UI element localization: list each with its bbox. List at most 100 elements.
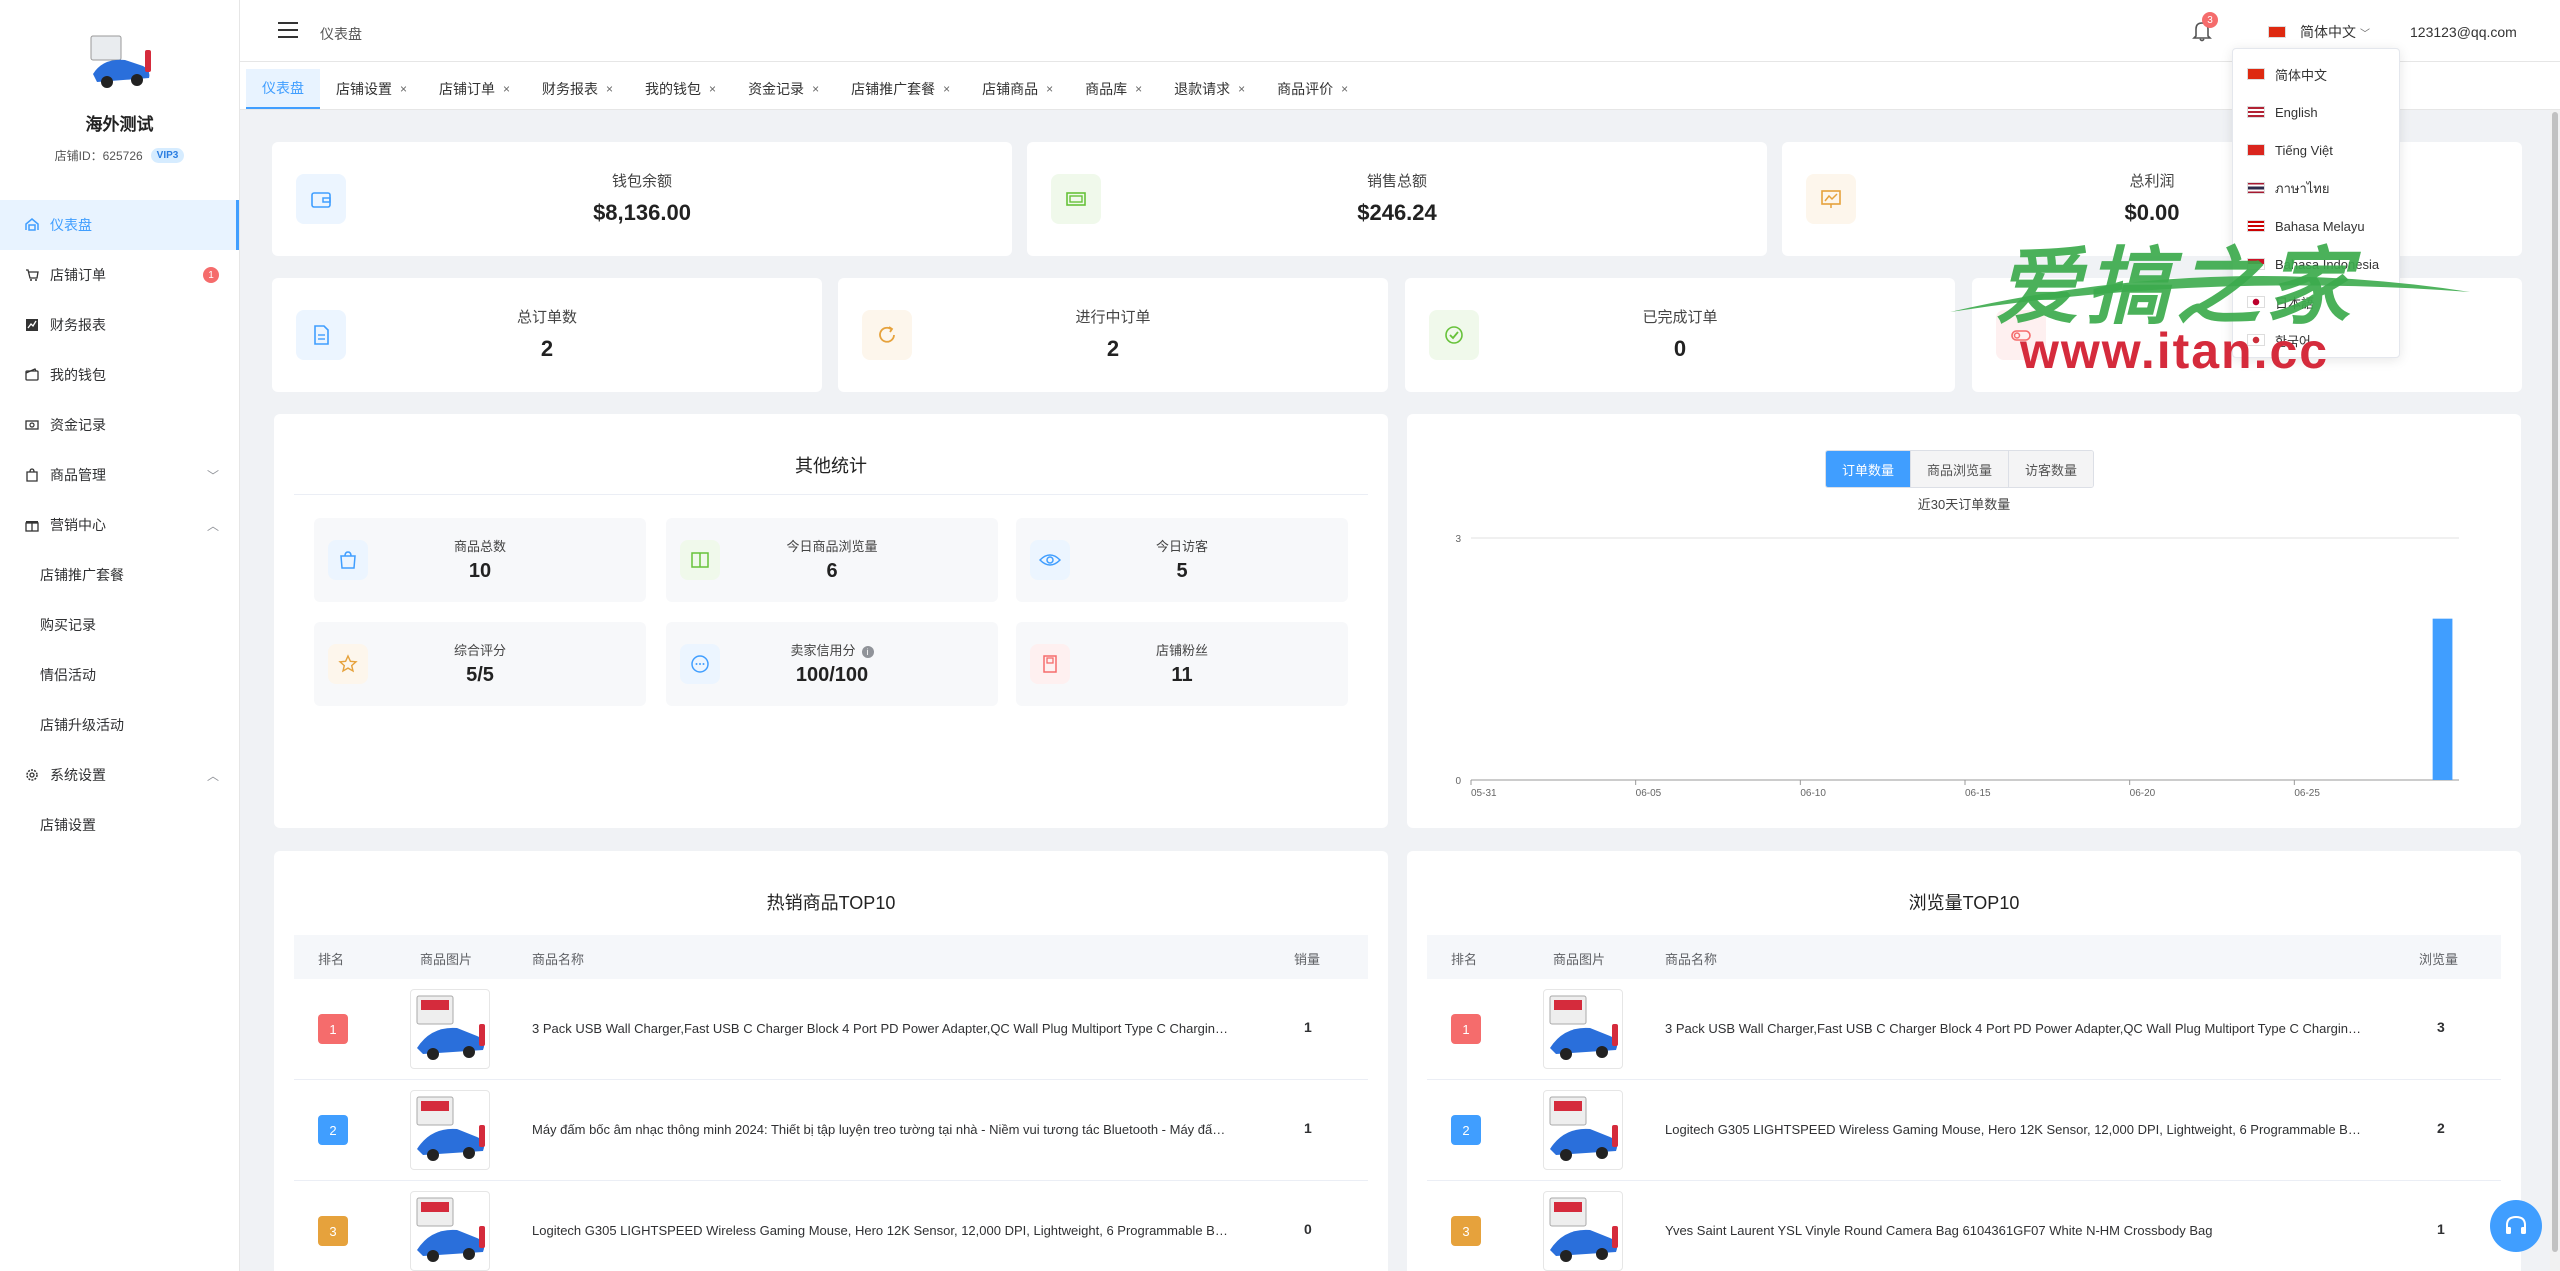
table-row[interactable]: 2 Logitech G305 LIGHTSPEED Wireless Gamin… <box>1427 1080 2501 1181</box>
mini-value: 5 <box>1176 560 1188 582</box>
stat-label: 已完成订单 <box>1642 309 1718 326</box>
stat-label: 总利润 <box>2129 173 2175 190</box>
tab-5[interactable]: 资金记录 × <box>732 69 835 109</box>
order-count-badge: 1 <box>203 267 219 283</box>
rank-badge: 3 <box>1451 1216 1481 1246</box>
mini-stat-today-visitors: 今日访客 5 <box>1016 518 1348 602</box>
sidebar-item-label: 营销中心 <box>50 517 106 533</box>
close-icon[interactable]: × <box>400 82 407 96</box>
sidebar-item-label: 我的钱包 <box>50 367 106 383</box>
product-name[interactable]: Yves Saint Laurent YSL Vinyle Round Came… <box>1665 1223 2365 1238</box>
stat-card-wallet-balance: 钱包余额 $8,136.00 <box>272 142 1012 256</box>
language-option-us[interactable]: English <box>2233 93 2399 131</box>
product-image[interactable] <box>1543 989 1623 1069</box>
close-icon[interactable]: × <box>709 82 716 96</box>
sidebar-item-fund-records[interactable]: 资金记录 <box>0 400 239 450</box>
toggle-order-count[interactable]: 订单数量 <box>1826 451 1912 487</box>
language-selector[interactable]: 简体中文 ﹀ <box>2268 22 2370 42</box>
sidebar-item-shop-upgrade[interactable]: 店铺升级活动 <box>0 700 239 750</box>
customer-support-button[interactable] <box>2490 1200 2542 1252</box>
table-row[interactable]: 3 Logitech G305 LIGHTSPEED Wireless Gamin… <box>294 1181 1368 1271</box>
tab-label: 店铺订单 <box>439 81 496 97</box>
tab-10[interactable]: 商品评价 × <box>1261 69 1364 109</box>
stat-card-total-orders: 总订单数 2 <box>272 278 822 392</box>
product-name[interactable]: 3 Pack USB Wall Charger,Fast USB C Charg… <box>532 1021 1232 1036</box>
close-icon[interactable]: × <box>943 82 950 96</box>
shop-logo <box>85 30 155 96</box>
table-row[interactable]: 2 Máy đấm bốc âm nhạc thông minh 2024: Th… <box>294 1080 1368 1181</box>
sidebar-item-marketing-center[interactable]: 营销中心 ︿ <box>0 500 239 550</box>
language-option-vn[interactable]: Tiếng Việt <box>2233 131 2399 169</box>
tab-8[interactable]: 商品库 × <box>1069 69 1158 109</box>
chevron-up-icon: ︿ <box>206 768 219 783</box>
product-name[interactable]: Logitech G305 LIGHTSPEED Wireless Gaming… <box>532 1223 1232 1238</box>
sidebar-item-shop-settings[interactable]: 店铺设置 <box>0 800 239 850</box>
product-image[interactable] <box>410 989 490 1069</box>
product-name[interactable]: 3 Pack USB Wall Charger,Fast USB C Charg… <box>1665 1021 2365 1036</box>
tab-7[interactable]: 店铺商品 × <box>966 69 1069 109</box>
table-row[interactable]: 3 Yves Saint Laurent YSL Vinyle Round Cam… <box>1427 1181 2501 1271</box>
close-icon[interactable]: × <box>1046 82 1053 96</box>
stat-value: $8,136.00 <box>593 200 691 225</box>
close-icon[interactable]: × <box>1238 82 1245 96</box>
close-icon[interactable]: × <box>1135 82 1142 96</box>
tab-label: 仪表盘 <box>262 80 304 96</box>
close-icon[interactable]: × <box>1341 82 1348 96</box>
row-value: 0 <box>1304 1221 1312 1237</box>
close-icon[interactable]: × <box>812 82 819 96</box>
sidebar-item-shop-orders[interactable]: 店铺订单 1 <box>0 250 239 300</box>
panel-title: 浏览量TOP10 <box>1908 893 2020 913</box>
tab-label: 商品评价 <box>1277 81 1334 97</box>
x-tick-label: 06-10 <box>1800 788 1826 799</box>
scrollbar-thumb[interactable] <box>2552 112 2558 1252</box>
sidebar-item-my-wallet[interactable]: 我的钱包 <box>0 350 239 400</box>
tab-0[interactable]: 仪表盘 <box>246 69 320 109</box>
toggle-product-views[interactable]: 商品浏览量 <box>1911 451 2010 487</box>
divider <box>294 494 1368 495</box>
table-row[interactable]: 1 3 Pack USB Wall Charger,Fast USB C Char… <box>1427 979 2501 1080</box>
notification-badge: 3 <box>2202 12 2218 28</box>
us-flag-icon <box>2247 106 2265 118</box>
sidebar-item-promo-package[interactable]: 店铺推广套餐 <box>0 550 239 600</box>
tab-6[interactable]: 店铺推广套餐 × <box>835 69 966 109</box>
panel-title: 其他统计 <box>795 456 867 476</box>
tab-3[interactable]: 财务报表 × <box>526 69 629 109</box>
product-image[interactable] <box>410 1090 490 1170</box>
rank-badge: 3 <box>318 1216 348 1246</box>
close-icon[interactable]: × <box>503 82 510 96</box>
tab-9[interactable]: 退款请求 × <box>1158 69 1261 109</box>
language-option-th[interactable]: ภาษาไทย <box>2233 169 2399 207</box>
row-value: 3 <box>2437 1019 2445 1035</box>
language-option-label: English <box>2275 104 2318 120</box>
chart-icon <box>24 317 40 333</box>
language-label: 简体中文 <box>2300 24 2356 40</box>
sidebar-item-couple-activity[interactable]: 情侣活动 <box>0 650 239 700</box>
product-image[interactable] <box>410 1191 490 1271</box>
sidebar-item-dashboard[interactable]: 仪表盘 <box>0 200 239 250</box>
th-flag-icon <box>2247 182 2265 194</box>
product-image[interactable] <box>1543 1090 1623 1170</box>
info-icon[interactable]: i <box>861 645 874 658</box>
mini-value: 6 <box>826 560 838 582</box>
sidebar: 海外测试 店铺ID：625726 VIP3 仪表盘 店铺订单 1 财务报表 我的… <box>0 0 240 1271</box>
stat-value: $246.24 <box>1357 200 1437 225</box>
mini-stat-shop-fans: 店铺粉丝 11 <box>1016 622 1348 706</box>
tab-2[interactable]: 店铺订单 × <box>423 69 526 109</box>
menu-toggle-icon[interactable] <box>278 22 298 40</box>
language-option-cn[interactable]: 简体中文 <box>2233 55 2399 93</box>
product-name[interactable]: Máy đấm bốc âm nhạc thông minh 2024: Thi… <box>532 1122 1232 1137</box>
tab-4[interactable]: 我的钱包 × <box>629 69 732 109</box>
product-name[interactable]: Logitech G305 LIGHTSPEED Wireless Gaming… <box>1665 1122 2365 1137</box>
stat-card-completed-orders: 已完成订单 0 <box>1405 278 1955 392</box>
product-image[interactable] <box>1543 1191 1623 1271</box>
toggle-visitor-count[interactable]: 访客数量 <box>2009 451 2094 487</box>
sidebar-item-product-management[interactable]: 商品管理 ﹀ <box>0 450 239 500</box>
user-email[interactable]: 123123@qq.com <box>2410 24 2517 40</box>
sidebar-item-system-settings[interactable]: 系统设置 ︿ <box>0 750 239 800</box>
table-row[interactable]: 1 3 Pack USB Wall Charger,Fast USB C Char… <box>294 979 1368 1080</box>
row-value: 1 <box>2437 1221 2445 1237</box>
tab-1[interactable]: 店铺设置 × <box>320 69 423 109</box>
close-icon[interactable]: × <box>606 82 613 96</box>
sidebar-item-finance-report[interactable]: 财务报表 <box>0 300 239 350</box>
sidebar-item-purchase-records[interactable]: 购买记录 <box>0 600 239 650</box>
